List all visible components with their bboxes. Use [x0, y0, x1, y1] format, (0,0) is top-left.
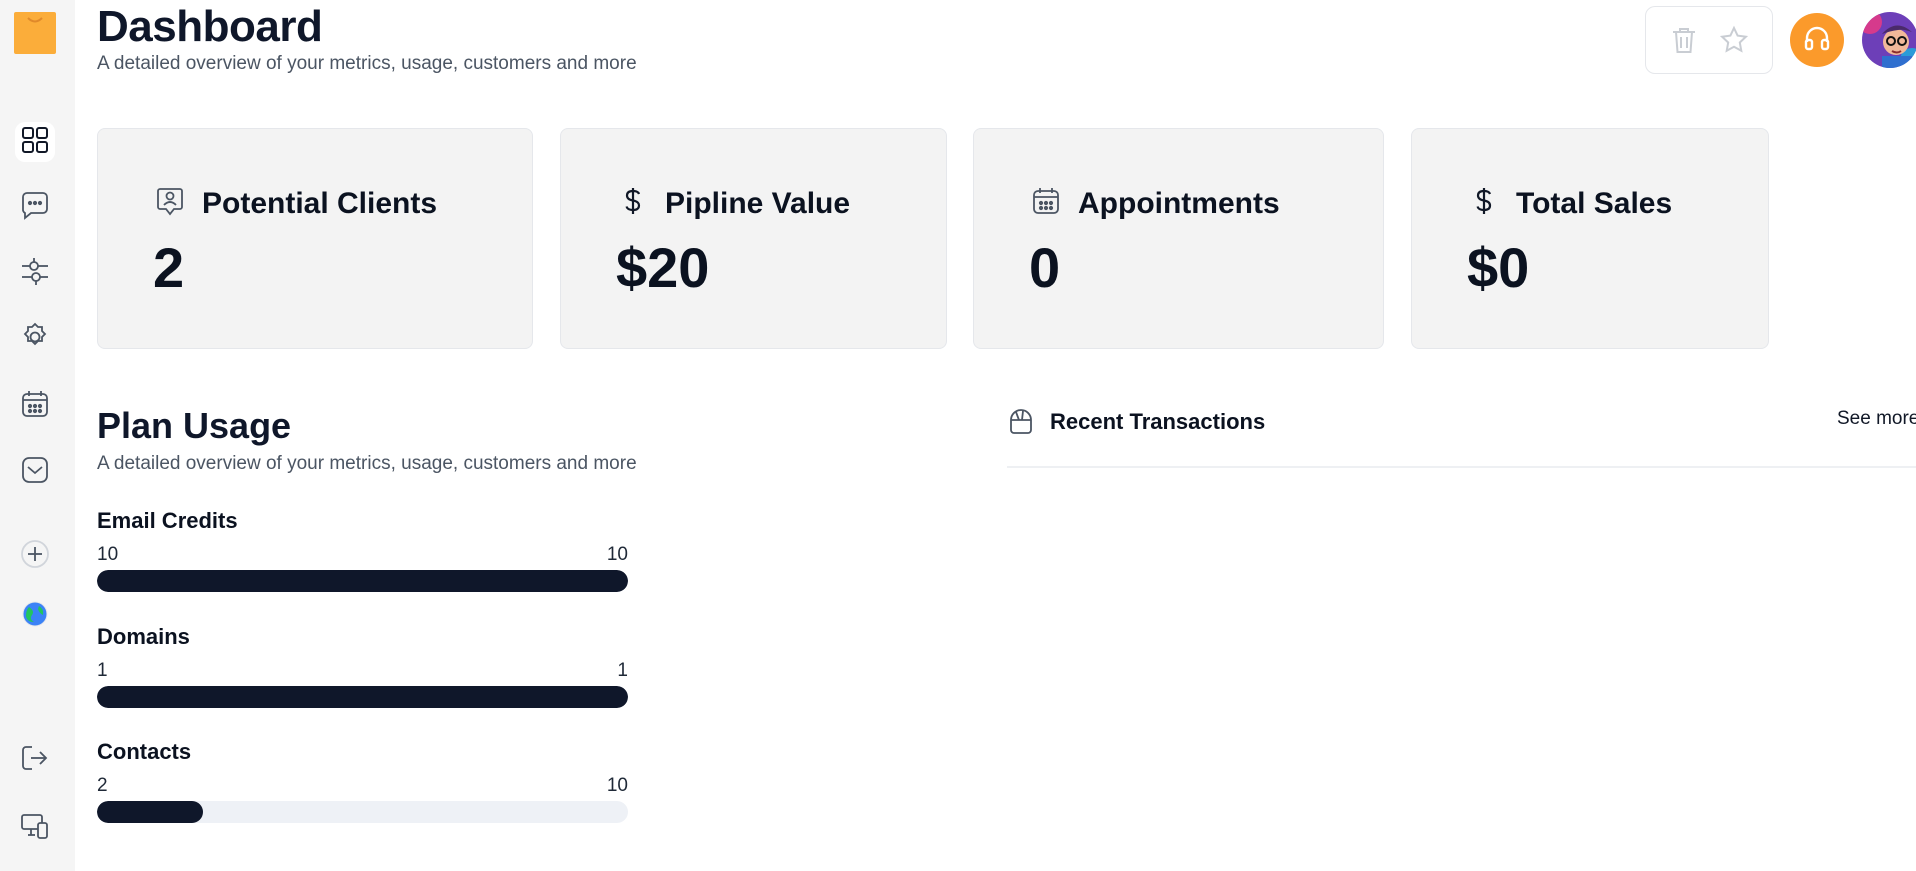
usage-total: 10	[606, 544, 628, 565]
sidebar-item-calendar[interactable]	[15, 386, 55, 426]
stat-card-pipeline-value[interactable]: Pipline Value $20	[560, 128, 947, 349]
calendar-icon	[1030, 185, 1062, 217]
page-subtitle: A detailed overview of your metrics, usa…	[97, 53, 637, 74]
calendar-icon	[19, 388, 51, 425]
stat-value: $0	[1467, 236, 1530, 299]
stat-value: $20	[616, 236, 710, 299]
headphones-icon	[1801, 22, 1833, 59]
sidebar-item-globe[interactable]	[15, 596, 55, 636]
stat-label: Pipline Value	[665, 187, 851, 220]
devices-icon	[19, 810, 51, 847]
sliders-icon	[19, 255, 51, 292]
logout-icon	[19, 742, 51, 779]
trash-icon[interactable]	[1668, 24, 1700, 56]
usage-label: Email Credits	[97, 508, 238, 533]
plan-usage-title: Plan Usage	[97, 405, 292, 446]
chat-icon	[19, 189, 51, 226]
usage-used: 10	[97, 544, 119, 565]
sidebar-item-devices[interactable]	[15, 808, 55, 848]
dollar-icon	[1468, 185, 1500, 217]
stat-label: Potential Clients	[202, 187, 438, 220]
sidebar	[0, 0, 75, 871]
grid-icon	[19, 124, 51, 161]
sidebar-item-add[interactable]	[15, 536, 55, 576]
usage-used: 2	[97, 775, 108, 796]
usage-progress-fill	[97, 686, 628, 708]
stat-label: Appointments	[1078, 187, 1280, 220]
usage-progress-fill	[97, 801, 204, 823]
usage-progress-bar	[97, 686, 628, 708]
stat-card-potential-clients[interactable]: Potential Clients 2	[97, 128, 533, 349]
toolbar	[1645, 6, 1773, 74]
sidebar-item-settings[interactable]	[15, 319, 55, 359]
dollar-icon	[617, 185, 649, 217]
stat-value: 0	[1029, 236, 1061, 299]
gear-icon	[19, 321, 51, 358]
page-title: Dashboard	[97, 2, 323, 51]
star-icon[interactable]	[1718, 24, 1750, 56]
see-more-link[interactable]: See more	[1837, 408, 1916, 430]
usage-progress-fill	[97, 570, 628, 592]
app-logo[interactable]	[14, 12, 56, 54]
avatar[interactable]	[1862, 12, 1916, 68]
support-button[interactable]	[1790, 13, 1844, 67]
usage-progress-bar	[97, 801, 628, 823]
plan-usage-subtitle: A detailed overview of your metrics, usa…	[97, 453, 637, 474]
person-badge-icon	[154, 185, 186, 217]
sidebar-item-filters[interactable]	[15, 253, 55, 293]
stat-card-total-sales[interactable]: Total Sales $0	[1411, 128, 1769, 349]
usage-label: Domains	[97, 624, 190, 649]
usage-progress-bar	[97, 570, 628, 592]
stat-value: 2	[153, 236, 185, 299]
usage-total: 10	[606, 775, 628, 796]
sidebar-item-messages[interactable]	[15, 187, 55, 227]
usage-total: 1	[617, 660, 628, 681]
recent-transactions-title: Recent Transactions	[1050, 409, 1266, 434]
sidebar-item-inbox[interactable]	[15, 452, 55, 492]
usage-label: Contacts	[97, 739, 192, 764]
usage-used: 1	[97, 660, 108, 681]
wallet-icon	[1007, 408, 1035, 436]
inbox-icon	[19, 454, 51, 491]
sidebar-item-dashboard[interactable]	[15, 122, 55, 162]
globe-icon	[19, 598, 51, 635]
stat-card-appointments[interactable]: Appointments 0	[973, 128, 1384, 349]
sidebar-item-logout[interactable]	[15, 740, 55, 780]
main-content: Dashboard A detailed overview of your me…	[97, 0, 1916, 871]
recent-transactions-header: Recent Transactions See more	[1007, 402, 1916, 468]
stat-label: Total Sales	[1516, 187, 1673, 220]
plus-icon	[19, 538, 51, 575]
